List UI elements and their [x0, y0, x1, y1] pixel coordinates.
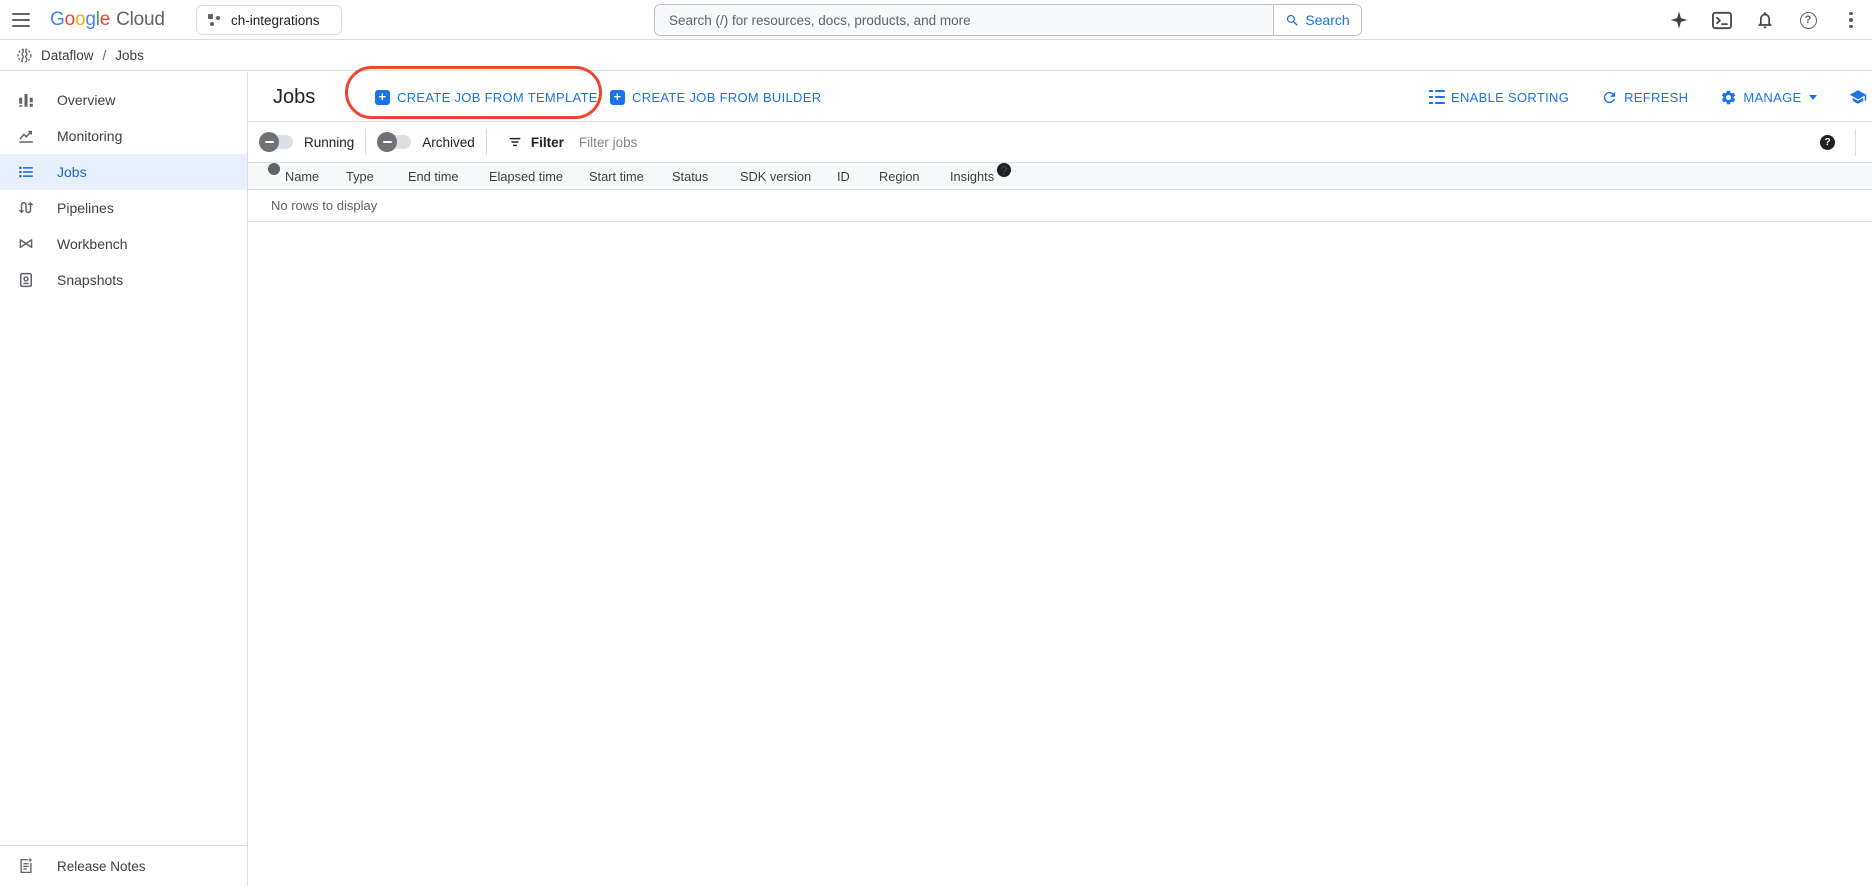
notifications-icon[interactable] — [1754, 9, 1776, 31]
jobs-list-icon — [17, 163, 35, 181]
column-header-start-time: Start time — [589, 163, 644, 190]
monitoring-icon — [17, 127, 35, 145]
create-job-from-builder-button[interactable]: + CREATE JOB FROM BUILDER — [610, 72, 821, 122]
cloud-shell-icon[interactable] — [1711, 9, 1733, 31]
workbench-icon — [17, 235, 35, 253]
release-notes-label: Release Notes — [57, 859, 146, 874]
sidebar-item-label: Overview — [57, 92, 115, 108]
sidebar-item-workbench[interactable]: Workbench — [0, 226, 247, 262]
manage-button[interactable]: MANAGE — [1720, 89, 1817, 106]
sidebar-item-label: Pipelines — [57, 200, 114, 216]
enable-sorting-button[interactable]: ENABLE SORTING — [1429, 90, 1569, 105]
sidebar-item-jobs[interactable]: Jobs — [0, 154, 247, 190]
breadcrumb-dataflow[interactable]: Dataflow — [41, 48, 94, 63]
breadcrumb-separator: / — [103, 48, 107, 63]
refresh-button[interactable]: REFRESH — [1601, 89, 1688, 106]
sidebar-item-label: Monitoring — [57, 128, 122, 144]
toggle-indeterminate-icon — [259, 132, 279, 152]
gear-icon — [1720, 89, 1737, 106]
column-header-name: Name — [285, 163, 319, 190]
sidebar-item-label: Jobs — [57, 164, 87, 180]
column-header-elapsed-time: Elapsed time — [489, 163, 563, 190]
logo-cloud-text: Cloud — [116, 9, 165, 31]
sidebar-item-pipelines[interactable]: Pipelines — [0, 190, 247, 226]
sidebar-item-monitoring[interactable]: Monitoring — [0, 118, 247, 154]
column-header-type: Type — [346, 163, 374, 190]
search-button-label: Search — [1305, 12, 1349, 28]
sidebar-item-label: Snapshots — [57, 272, 123, 288]
archived-toggle-label: Archived — [422, 135, 475, 150]
breadcrumb: Dataflow / Jobs — [0, 41, 1872, 71]
insights-help-icon[interactable]: ? — [997, 163, 1011, 177]
toggle-indeterminate-icon — [377, 132, 397, 152]
sidebar-item-overview[interactable]: Overview — [0, 82, 247, 118]
divider — [1855, 129, 1856, 156]
empty-table-message: No rows to display — [248, 190, 1872, 222]
manage-label: MANAGE — [1743, 90, 1801, 105]
snapshots-icon — [17, 271, 35, 289]
google-cloud-logo[interactable]: Google Cloud — [50, 0, 165, 40]
help-icon[interactable]: ? — [1797, 9, 1819, 31]
divider — [365, 129, 366, 155]
jobs-table-header: Name Type End time Elapsed time Start ti… — [248, 162, 1872, 190]
more-icon[interactable] — [1840, 9, 1862, 31]
filter-jobs-input[interactable] — [579, 135, 1279, 150]
top-bar: Google Cloud ch-integrations Search ? — [0, 0, 1872, 40]
sidebar-nav: Overview Monitoring Jobs Pipelines Workb… — [0, 72, 248, 886]
create-job-from-template-button[interactable]: + CREATE JOB FROM TEMPLATE — [375, 72, 598, 122]
global-search: Search — [654, 4, 1362, 36]
running-toggle-label: Running — [304, 135, 354, 150]
search-button[interactable]: Search — [1273, 5, 1361, 35]
jobs-toolbar: Jobs + CREATE JOB FROM TEMPLATE + CREATE… — [248, 72, 1872, 122]
search-input[interactable] — [655, 5, 1273, 35]
menu-icon[interactable] — [12, 10, 34, 30]
release-notes-icon — [17, 857, 35, 875]
divider — [486, 129, 487, 155]
project-name: ch-integrations — [231, 13, 320, 28]
create-template-label: CREATE JOB FROM TEMPLATE — [397, 90, 598, 105]
learn-graduation-icon — [1849, 88, 1867, 106]
pipelines-icon — [17, 199, 35, 217]
gemini-icon[interactable] — [1668, 9, 1690, 31]
filter-button[interactable]: Filter — [507, 134, 564, 150]
create-builder-label: CREATE JOB FROM BUILDER — [632, 90, 821, 105]
status-circle-icon — [268, 163, 280, 175]
column-header-id: ID — [837, 163, 850, 190]
archived-toggle[interactable] — [377, 132, 411, 152]
chevron-down-icon — [1809, 95, 1817, 100]
learn-button[interactable]: LEARN — [1849, 88, 1872, 106]
column-header-region: Region — [879, 163, 920, 190]
breadcrumb-current: Jobs — [115, 48, 144, 63]
sidebar-item-label: Workbench — [57, 236, 128, 252]
page-title: Jobs — [273, 72, 315, 122]
column-header-insights: Insights — [950, 163, 994, 190]
plus-icon: + — [610, 90, 625, 105]
project-icon — [207, 13, 222, 28]
sidebar-item-snapshots[interactable]: Snapshots — [0, 262, 247, 298]
column-header-end-time: End time — [408, 163, 459, 190]
main-content: Jobs + CREATE JOB FROM TEMPLATE + CREATE… — [248, 72, 1872, 886]
filter-icon — [507, 134, 523, 150]
filter-label: Filter — [531, 135, 564, 150]
filter-help-icon[interactable]: ? — [1820, 135, 1835, 150]
refresh-icon — [1601, 89, 1618, 106]
search-icon — [1285, 13, 1300, 28]
dataflow-icon — [16, 47, 33, 64]
column-header-sdk-version: SDK version — [740, 163, 811, 190]
enable-sorting-label: ENABLE SORTING — [1451, 90, 1569, 105]
sort-list-icon — [1429, 90, 1445, 104]
plus-icon: + — [375, 90, 390, 105]
project-selector[interactable]: ch-integrations — [196, 5, 342, 35]
column-header-status: Status — [672, 163, 708, 190]
running-toggle[interactable] — [259, 132, 293, 152]
overview-icon — [17, 91, 35, 109]
logo-google-text: Google — [50, 9, 110, 31]
sidebar-item-release-notes[interactable]: Release Notes — [0, 845, 247, 886]
filter-bar: Running Archived Filter ? — [248, 122, 1872, 162]
refresh-label: REFRESH — [1624, 90, 1688, 105]
